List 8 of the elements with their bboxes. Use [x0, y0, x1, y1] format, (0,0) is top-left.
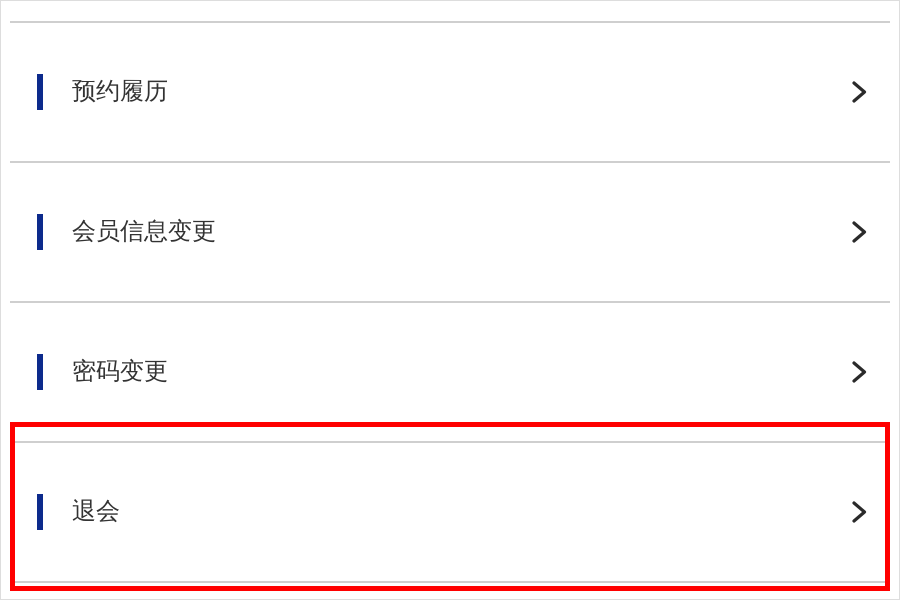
chevron-right-icon	[852, 501, 867, 523]
accent-bar	[37, 494, 43, 530]
chevron-right-icon	[852, 361, 867, 383]
chevron-right-icon	[852, 81, 867, 103]
accent-bar	[37, 354, 43, 390]
accent-bar	[37, 214, 43, 250]
chevron-right-icon	[852, 221, 867, 243]
accent-bar	[37, 74, 43, 110]
